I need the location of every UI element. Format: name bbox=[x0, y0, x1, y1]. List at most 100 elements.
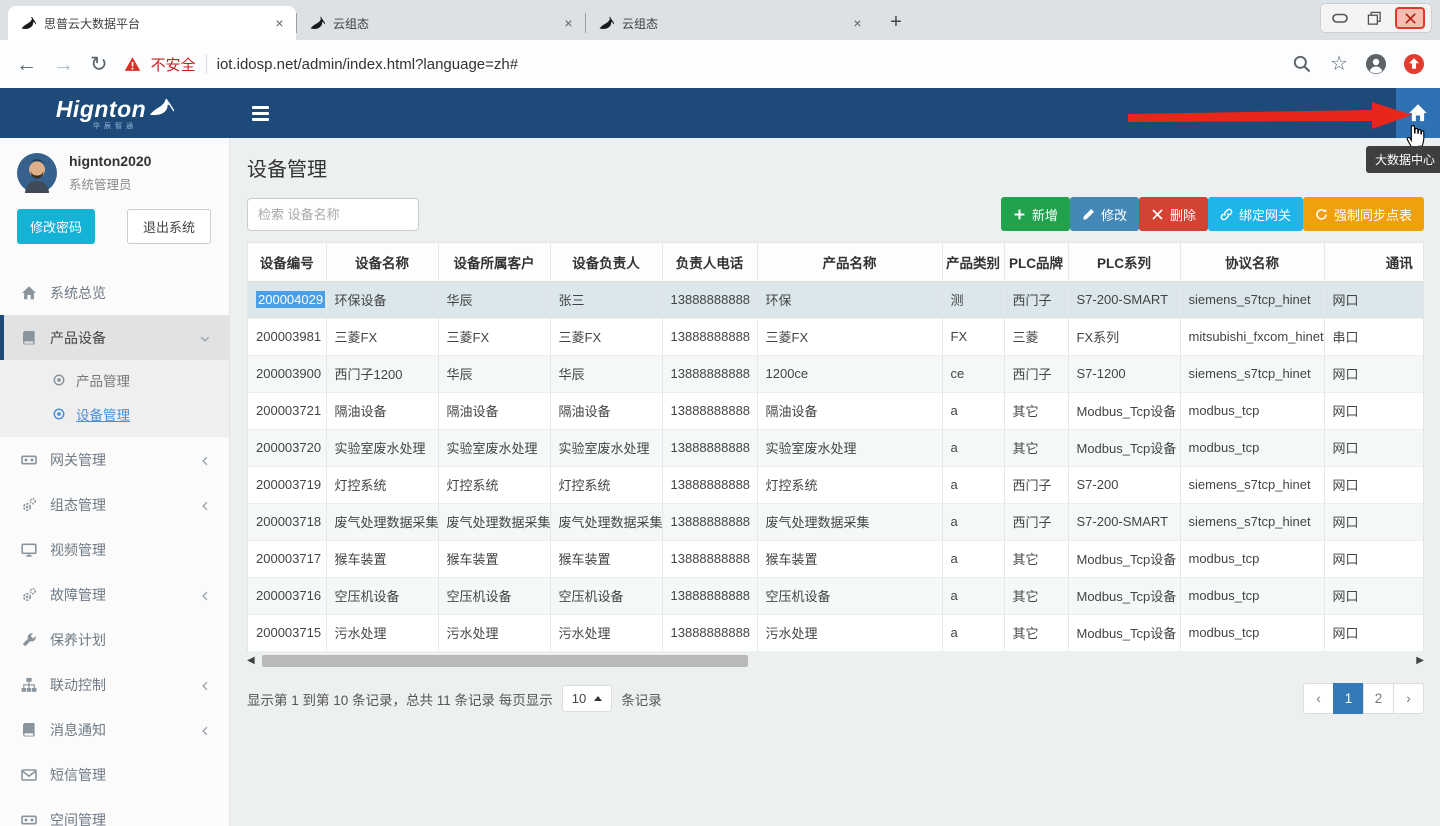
forward-icon[interactable]: → bbox=[53, 54, 74, 75]
table-cell: ce bbox=[942, 355, 1004, 392]
chevron-left-icon bbox=[199, 679, 211, 691]
table-cell: a bbox=[942, 614, 1004, 651]
table-row[interactable]: 200003719灯控系统灯控系统灯控系统13888888888灯控系统a西门子… bbox=[248, 466, 1424, 503]
sidebar-item-故障管理[interactable]: 故障管理 bbox=[0, 572, 229, 617]
table-row[interactable]: 200003900西门子1200华辰华辰138888888881200cece西… bbox=[248, 355, 1424, 392]
sidebar-item-网关管理[interactable]: 网关管理 bbox=[0, 437, 229, 482]
new-tab-button[interactable]: + bbox=[882, 8, 910, 36]
sidebar-item-label: 空间管理 bbox=[50, 810, 211, 826]
tab-close-icon[interactable]: × bbox=[849, 15, 866, 32]
table-row[interactable]: 200003720实验室废水处理实验室废水处理实验室废水处理1388888888… bbox=[248, 429, 1424, 466]
table-cell: 其它 bbox=[1004, 577, 1068, 614]
submenu-item-设备管理[interactable]: 设备管理 bbox=[0, 397, 229, 431]
reload-icon[interactable]: ↻ bbox=[90, 54, 108, 75]
submenu-item-产品管理[interactable]: 产品管理 bbox=[0, 363, 229, 397]
column-header[interactable]: 设备负责人 bbox=[550, 243, 662, 281]
sidebar-item-系统总览[interactable]: 系统总览 bbox=[0, 270, 229, 315]
column-header[interactable]: 负责人电话 bbox=[662, 243, 757, 281]
sidebar-item-联动控制[interactable]: 联动控制 bbox=[0, 662, 229, 707]
修改-button[interactable]: 修改 bbox=[1070, 197, 1139, 231]
table-cell: 西门子 bbox=[1004, 466, 1068, 503]
prev-page-button[interactable]: ‹ bbox=[1303, 683, 1334, 714]
table-cell: 灯控系统 bbox=[438, 466, 550, 503]
logout-button[interactable]: 退出系统 bbox=[127, 209, 211, 244]
sidebar-item-label: 消息通知 bbox=[50, 720, 199, 740]
table-cell: siemens_s7tcp_hinet bbox=[1180, 281, 1324, 318]
table-row[interactable]: 200003718废气处理数据采集废气处理数据采集废气处理数据采集1388888… bbox=[248, 503, 1424, 540]
tab-close-icon[interactable]: × bbox=[271, 15, 288, 32]
scrollbar-thumb[interactable] bbox=[262, 655, 748, 667]
table-row[interactable]: 200003981三菱FX三菱FX三菱FX13888888888三菱FXFX三菱… bbox=[248, 318, 1424, 355]
删除-button[interactable]: 删除 bbox=[1139, 197, 1208, 231]
sidebar-item-视频管理[interactable]: 视频管理 bbox=[0, 527, 229, 572]
table-row[interactable]: 200003721隔油设备隔油设备隔油设备13888888888隔油设备a其它M… bbox=[248, 392, 1424, 429]
sidebar-item-产品设备[interactable]: 产品设备 bbox=[0, 315, 229, 360]
security-warning-text[interactable]: 不安全 bbox=[151, 54, 196, 75]
scroll-left-icon[interactable]: ◀ bbox=[247, 655, 255, 666]
top-navbar: Hignton 华辰智通 bbox=[0, 88, 1440, 138]
table-cell: 污水处理 bbox=[438, 614, 550, 651]
table-row[interactable]: 200003716空压机设备空压机设备空压机设备13888888888空压机设备… bbox=[248, 577, 1424, 614]
绑定网关-button[interactable]: 绑定网关 bbox=[1208, 197, 1303, 231]
tab-title: 思普云大数据平台 bbox=[44, 15, 263, 32]
restore-button[interactable] bbox=[1361, 8, 1387, 28]
table-cell: modbus_tcp bbox=[1180, 540, 1324, 577]
sidebar-item-组态管理[interactable]: 组态管理 bbox=[0, 482, 229, 527]
extension-icon[interactable] bbox=[1404, 54, 1424, 74]
link-icon bbox=[1220, 208, 1233, 221]
back-icon[interactable]: ← bbox=[16, 54, 37, 75]
column-header[interactable]: PLC品牌 bbox=[1004, 243, 1068, 281]
table-cell: 西门子 bbox=[1004, 281, 1068, 318]
table-cell: 13888888888 bbox=[662, 577, 757, 614]
device-table-wrap: 设备编号设备名称设备所属客户设备负责人负责人电话产品名称产品类别PLC品牌PLC… bbox=[247, 242, 1424, 651]
table-row[interactable]: 200004029环保设备华辰张三13888888888环保测西门子S7-200… bbox=[248, 281, 1424, 318]
column-header[interactable]: 设备所属客户 bbox=[438, 243, 550, 281]
change-password-button[interactable]: 修改密码 bbox=[17, 209, 95, 244]
强制同步点表-button[interactable]: 强制同步点表 bbox=[1303, 197, 1424, 231]
page-button-1[interactable]: 1 bbox=[1333, 683, 1364, 714]
column-header[interactable]: 通讯 bbox=[1324, 243, 1424, 281]
table-row[interactable]: 200003717猴车装置猴车装置猴车装置13888888888猴车装置a其它M… bbox=[248, 540, 1424, 577]
tab-close-icon[interactable]: × bbox=[560, 15, 577, 32]
table-cell: 13888888888 bbox=[662, 466, 757, 503]
table-cell: 西门子 bbox=[1004, 503, 1068, 540]
table-cell: 华辰 bbox=[438, 281, 550, 318]
新增-button[interactable]: 新增 bbox=[1001, 197, 1070, 231]
sidebar-item-短信管理[interactable]: 短信管理 bbox=[0, 752, 229, 797]
page-button-2[interactable]: 2 bbox=[1363, 683, 1394, 714]
url-separator bbox=[206, 54, 207, 74]
close-button[interactable] bbox=[1395, 7, 1425, 29]
search-input[interactable] bbox=[247, 198, 419, 231]
table-row[interactable]: 200003715污水处理污水处理污水处理13888888888污水处理a其它M… bbox=[248, 614, 1424, 651]
page-size-select[interactable]: 10 bbox=[562, 685, 612, 712]
column-header[interactable]: 协议名称 bbox=[1180, 243, 1324, 281]
url-bar[interactable]: 不安全 iot.idosp.net/admin/index.html?langu… bbox=[124, 54, 1276, 75]
minimize-button[interactable] bbox=[1327, 8, 1353, 28]
column-header[interactable]: PLC系列 bbox=[1068, 243, 1180, 281]
column-header[interactable]: 产品名称 bbox=[757, 243, 942, 281]
profile-avatar-icon[interactable] bbox=[1366, 54, 1386, 74]
sidebar-item-空间管理[interactable]: 空间管理 bbox=[0, 797, 229, 826]
window-controls bbox=[1320, 3, 1432, 33]
next-page-button[interactable]: › bbox=[1393, 683, 1424, 714]
zoom-icon[interactable] bbox=[1292, 54, 1312, 74]
bigdata-home-button[interactable] bbox=[1396, 88, 1440, 138]
menu-toggle-icon[interactable] bbox=[230, 88, 290, 138]
home-icon bbox=[21, 285, 37, 301]
sidebar-item-消息通知[interactable]: 消息通知 bbox=[0, 707, 229, 752]
sidebar-item-保养计划[interactable]: 保养计划 bbox=[0, 617, 229, 662]
table-cell: 华辰 bbox=[550, 355, 662, 392]
column-header[interactable]: 设备名称 bbox=[326, 243, 438, 281]
scroll-right-icon[interactable]: ▶ bbox=[1416, 655, 1424, 666]
bookmark-star-icon[interactable]: ☆ bbox=[1330, 54, 1348, 74]
browser-addressbar: ← → ↻ 不安全 iot.idosp.net/admin/index.html… bbox=[0, 40, 1440, 88]
browser-tab[interactable]: 思普云大数据平台 × bbox=[8, 6, 296, 40]
main-content: 设备管理 新增修改删除绑定网关强制同步点表 设备编号设备名称设备所属客户设备负责… bbox=[230, 138, 1440, 826]
url-text[interactable]: iot.idosp.net/admin/index.html?language=… bbox=[217, 56, 518, 73]
table-cell: 网口 bbox=[1324, 577, 1424, 614]
dot-circle-icon bbox=[52, 407, 66, 421]
browser-tab[interactable]: 云组态× bbox=[297, 6, 585, 40]
browser-tab[interactable]: 云组态× bbox=[586, 6, 874, 40]
column-header[interactable]: 产品类别 bbox=[942, 243, 1004, 281]
column-header[interactable]: 设备编号 bbox=[248, 243, 326, 281]
